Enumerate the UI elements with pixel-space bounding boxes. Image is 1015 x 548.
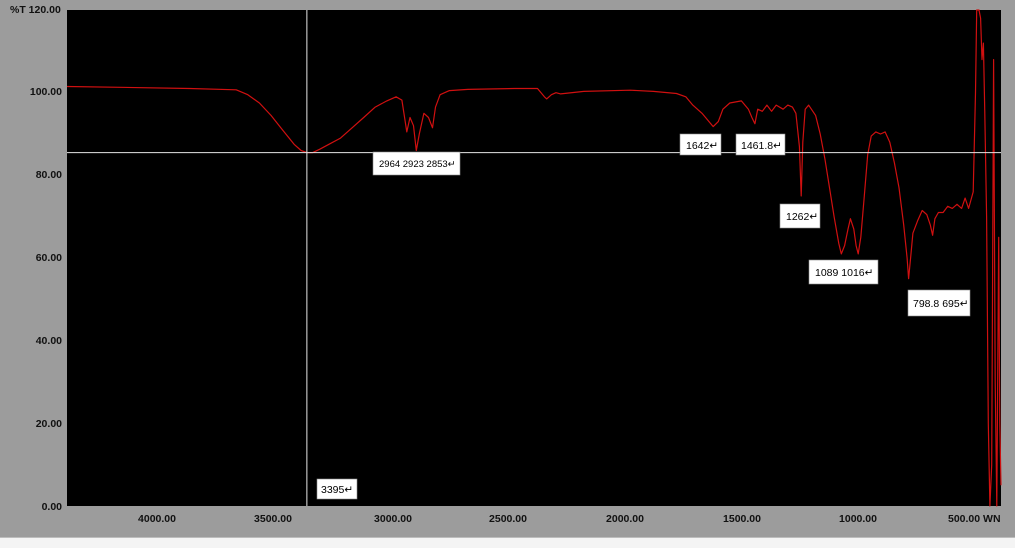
x-tick-label: 2500.00	[489, 513, 527, 525]
y-tick-label: 0.00	[42, 501, 63, 513]
x-tick-label: 3000.00	[374, 513, 412, 525]
x-corner-label: 500.00 WN	[948, 513, 1001, 525]
peak-label-text: 798.8 695↵	[913, 298, 969, 310]
peak-label-text: 1262↵	[786, 211, 818, 223]
peak-label-3395: 3395↵	[316, 478, 358, 500]
peak-label-text: 3395↵	[321, 484, 353, 496]
peak-label-2964-2923-2853: 2964 2923 2853↵	[372, 151, 461, 176]
peak-label-text: 1461.8↵	[741, 140, 782, 152]
peak-label-1089-1016: 1089 1016↵	[808, 259, 879, 285]
y-tick-label: 60.00	[36, 252, 62, 264]
peak-label-text: 1642↵	[686, 140, 718, 152]
x-tick-label: 1000.00	[839, 513, 877, 525]
peak-label-1642: 1642↵	[679, 133, 722, 156]
peak-label-1461-8: 1461.8↵	[735, 133, 786, 156]
spectrum-window: %T 120.00 500.00 WN 100.00 80.00 60.00 4…	[0, 0, 1015, 537]
ir-spectrum-chart: %T 120.00 500.00 WN 100.00 80.00 60.00 4…	[10, 4, 1002, 525]
x-tick-label: 2000.00	[606, 513, 644, 525]
y-tick-label: 100.00	[30, 86, 62, 98]
x-tick-label: 3500.00	[254, 513, 292, 525]
y-corner-label: %T 120.00	[10, 4, 61, 16]
y-tick-label: 80.00	[36, 169, 62, 181]
plot-area[interactable]	[67, 10, 1001, 506]
peak-label-text: 1089 1016↵	[815, 267, 873, 279]
peak-label-1262: 1262↵	[779, 203, 821, 229]
peak-label-798-8-695: 798.8 695↵	[907, 289, 971, 317]
x-tick-label: 1500.00	[723, 513, 761, 525]
x-tick-label: 4000.00	[138, 513, 176, 525]
peak-label-text: 2964 2923 2853↵	[379, 159, 456, 170]
status-strip	[0, 537, 1015, 548]
y-tick-label: 40.00	[36, 335, 62, 347]
y-tick-label: 20.00	[36, 418, 62, 430]
